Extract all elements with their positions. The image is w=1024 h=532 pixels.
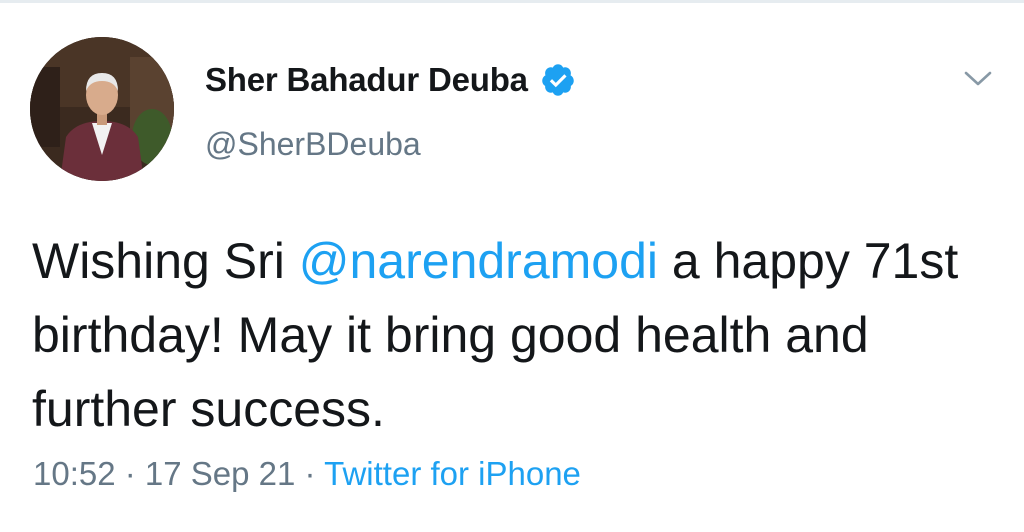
user-name-row: Sher Bahadur Deuba <box>205 58 576 102</box>
mention-link[interactable]: @narendramodi <box>299 233 658 289</box>
meta-separator: · <box>115 455 145 492</box>
tweet-text-start: Wishing Sri <box>32 233 299 289</box>
avatar[interactable] <box>30 37 174 181</box>
tweet-meta: 10:52 · 17 Sep 21 · Twitter for iPhone <box>33 455 581 493</box>
chevron-down-icon[interactable] <box>962 62 994 94</box>
tweet-time[interactable]: 10:52 <box>33 455 116 492</box>
tweet-date[interactable]: 17 Sep 21 <box>145 455 295 492</box>
user-display-name[interactable]: Sher Bahadur Deuba <box>205 61 528 99</box>
top-divider <box>0 0 1024 3</box>
tweet-source-link[interactable]: Twitter for iPhone <box>324 455 581 492</box>
tweet-text: Wishing Sri @narendramodi a happy 71st b… <box>32 224 992 446</box>
meta-separator: · <box>295 455 325 492</box>
verified-badge-icon <box>540 62 576 98</box>
user-handle[interactable]: @SherBDeuba <box>205 126 421 163</box>
